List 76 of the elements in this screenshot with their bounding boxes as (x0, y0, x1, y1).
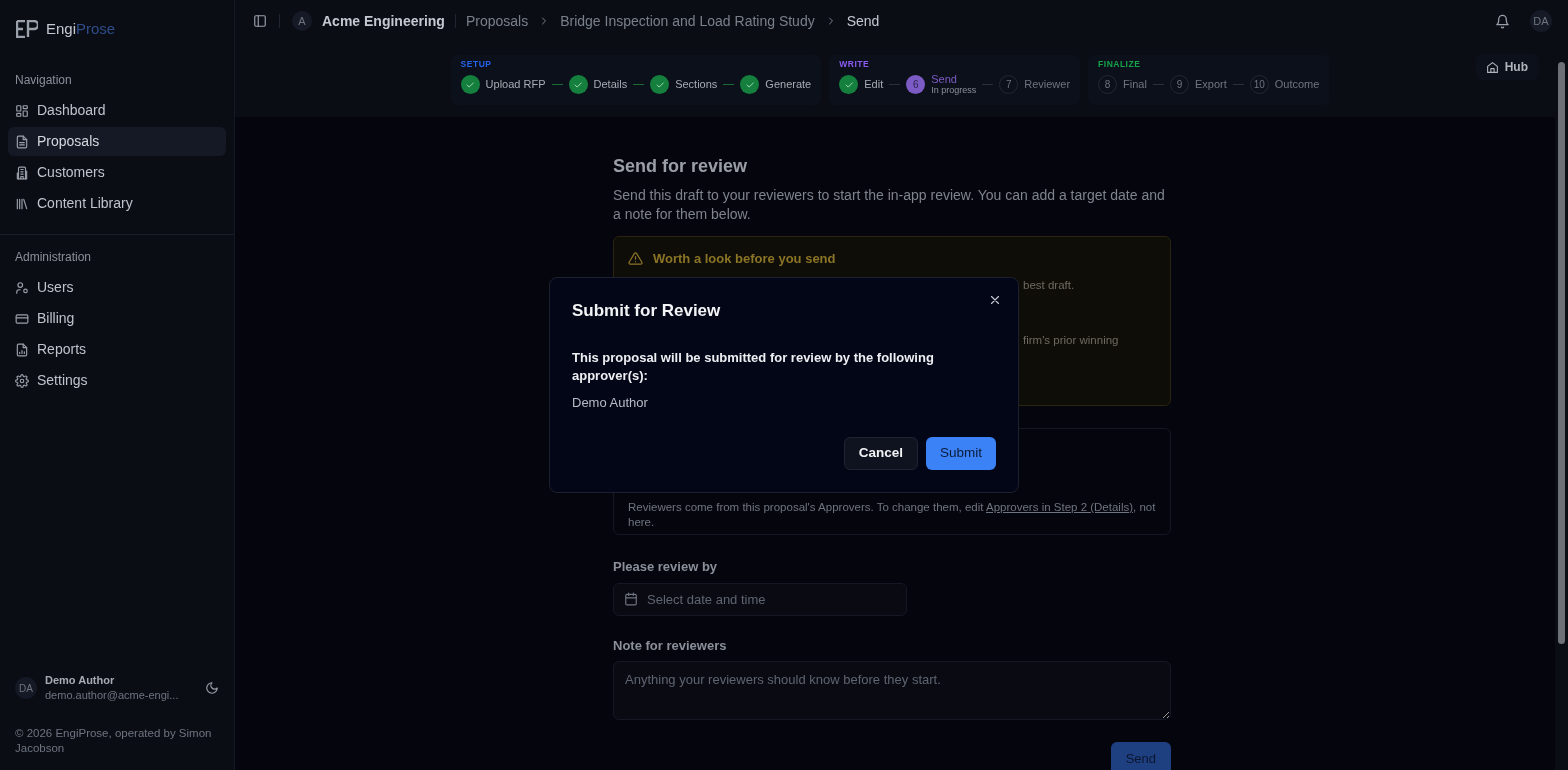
submit-button[interactable]: Submit (925, 437, 996, 470)
warning-text: firm's prior winning (1023, 332, 1120, 348)
check-icon (843, 79, 854, 90)
settings-icon (15, 373, 29, 388)
approver-name: Demo Author (572, 393, 649, 412)
section-title: Navigation (14, 72, 73, 89)
warning-text: best draft. (1023, 277, 1076, 293)
page-title: Send for review (613, 155, 749, 178)
grid-icon (15, 103, 29, 118)
step[interactable]: 10 Outcome (1249, 75, 1320, 94)
warning-title: Worth a look before you send (653, 250, 836, 268)
org-name[interactable]: Acme Engineering (322, 10, 445, 32)
step[interactable]: 7 Reviewer (999, 75, 1071, 94)
field-label: Please review by (613, 558, 719, 576)
dialog-message: This proposal will be submitted for review by the following approver(s): (572, 348, 935, 385)
building-icon (15, 165, 29, 180)
calendar-icon (624, 591, 638, 606)
cancel-button[interactable]: Cancel (843, 437, 918, 470)
nav-item[interactable]: Reports (8, 335, 226, 364)
warning-icon (628, 251, 643, 267)
user-gear-icon (15, 280, 29, 295)
step[interactable]: Sections (650, 75, 718, 94)
step[interactable]: 8 Final (1098, 75, 1147, 94)
brand-name: EngiProse (46, 18, 116, 39)
copyright-text: © 2026 EngiProse, operated by Simon Jacobson (14, 726, 213, 756)
notifications-button[interactable] (1495, 13, 1510, 29)
step[interactable]: Generate (740, 75, 812, 94)
bell-icon (1495, 13, 1510, 29)
library-icon (15, 196, 29, 211)
user-avatar: DA (15, 677, 37, 699)
home-icon (1485, 60, 1499, 74)
nav-item[interactable]: Dashboard (8, 96, 226, 125)
step[interactable]: Edit (839, 75, 884, 94)
sidebar-icon (253, 14, 267, 28)
nav-item[interactable]: Proposals (8, 127, 226, 156)
org-avatar: A (292, 11, 312, 31)
theme-toggle-button[interactable] (205, 681, 219, 695)
nav-item[interactable]: Billing (8, 304, 226, 333)
step[interactable]: 9 Export (1169, 75, 1227, 94)
breadcrumb[interactable]: Bridge Inspection and Load Rating Study (560, 10, 815, 32)
field-label: Note for reviewers (613, 636, 728, 655)
step[interactable]: Upload RFP (460, 75, 546, 94)
page-intro: Send this draft to your reviewers to start the in-app review. You can add a target date and a note for them below. (613, 186, 1166, 224)
user-email: demo.author@acme-engi... (45, 688, 180, 703)
nav-item[interactable]: Customers (8, 158, 226, 187)
breadcrumb: Send (846, 11, 880, 31)
nav-item[interactable]: Content Library (8, 189, 226, 218)
logo-icon (16, 20, 38, 38)
breadcrumb[interactable]: Proposals (465, 10, 529, 32)
check-icon (654, 79, 665, 90)
moon-icon (205, 681, 219, 695)
report-icon (15, 342, 29, 357)
document-icon (15, 134, 29, 149)
group-title: FINALIZE (1098, 57, 1142, 70)
group-title: SETUP (460, 57, 493, 70)
group-title: WRITE (839, 57, 871, 70)
step[interactable]: Details (568, 75, 628, 94)
step[interactable]: 6 Send In progress (906, 73, 977, 96)
user-name: Demo Author (45, 673, 116, 688)
nav-item[interactable]: Settings (8, 366, 226, 395)
nav-item[interactable]: Users (8, 273, 226, 302)
note-field[interactable]: Anything your reviewers should know before they start. (613, 661, 1171, 720)
check-icon (744, 79, 755, 90)
section-title: Administration (14, 249, 93, 266)
hub-button[interactable]: Hub (1475, 54, 1538, 80)
dialog-title: Submit for Review (572, 300, 722, 322)
user-avatar[interactable]: DA (1530, 10, 1552, 32)
close-icon (988, 293, 1002, 307)
close-button[interactable] (988, 293, 1002, 307)
sidebar-toggle-button[interactable] (253, 14, 267, 28)
scrollbar[interactable] (1555, 42, 1568, 770)
check-icon (465, 79, 476, 90)
date-field[interactable]: Select date and time (613, 582, 907, 616)
credit-card-icon (15, 311, 29, 326)
reviewers-note: Reviewers come from this proposal's Approvers. To change them, edit Approvers in Step 2 (Details), not here. (628, 500, 1156, 530)
check-icon (573, 79, 584, 90)
